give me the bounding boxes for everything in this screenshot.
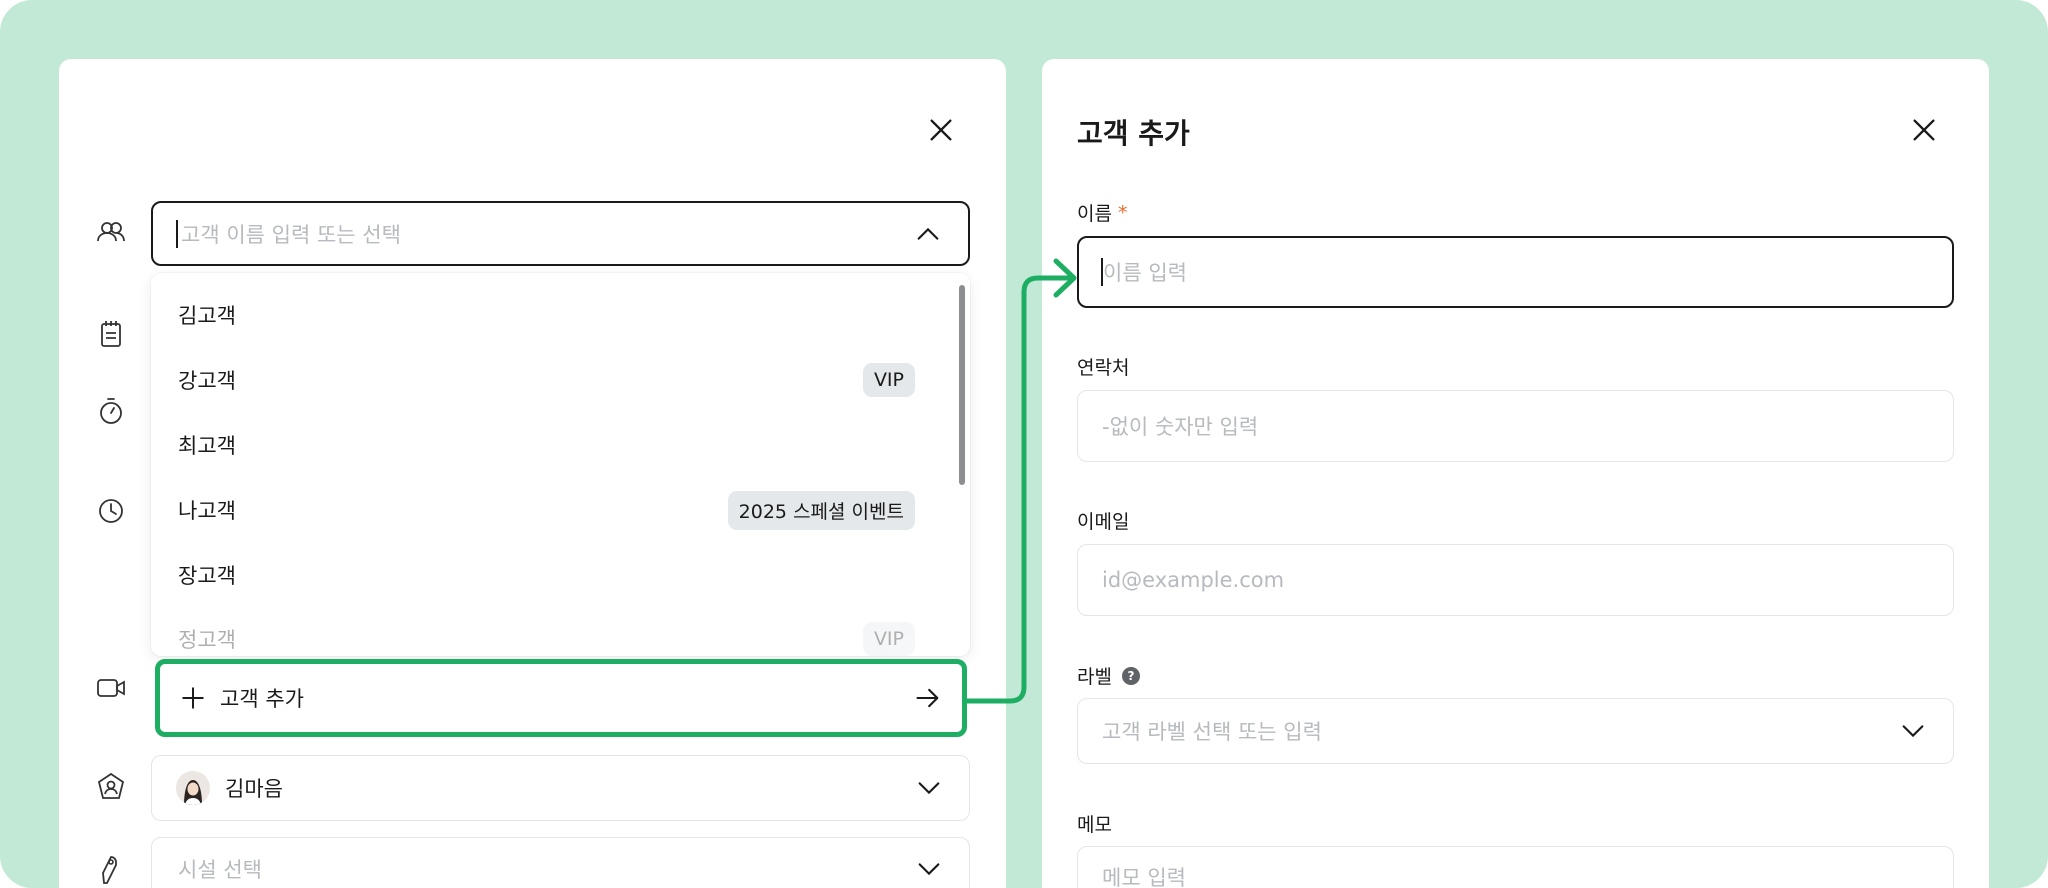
- facility-placeholder: 시설 선택: [178, 858, 262, 882]
- email-placeholder: id@example.com: [1102, 568, 1285, 592]
- notepad-icon: [92, 315, 130, 353]
- customer-option[interactable]: 나고객 2025 스페셜 이벤트: [151, 478, 951, 542]
- tag-label-text: 라벨: [1077, 666, 1112, 688]
- customer-name: 장고객: [178, 564, 236, 588]
- manager-select[interactable]: 김마음: [151, 755, 970, 821]
- facility-select[interactable]: 시설 선택: [151, 837, 970, 888]
- manager-badge-icon: [92, 768, 130, 806]
- email-label: 이메일: [1077, 511, 1130, 533]
- customer-search-placeholder: 고객 이름 입력 또는 선택: [181, 222, 401, 247]
- dropdown-scrollbar[interactable]: [959, 285, 965, 485]
- customer-option[interactable]: 정고객 VIP: [151, 607, 951, 656]
- name-placeholder: 이름 입력: [1103, 261, 1187, 285]
- add-customer-label: 고객 추가: [220, 687, 304, 711]
- required-mark: *: [1117, 201, 1128, 224]
- tag-select[interactable]: 고객 라벨 선택 또는 입력: [1077, 698, 1954, 764]
- clock-icon: [92, 492, 130, 530]
- tag-placeholder: 고객 라벨 선택 또는 입력: [1102, 720, 1322, 744]
- memo-placeholder: 메모 입력: [1102, 866, 1186, 888]
- customer-option[interactable]: 김고객: [151, 283, 951, 347]
- customer-option[interactable]: 장고객: [151, 543, 951, 607]
- customer-option[interactable]: 최고객: [151, 413, 951, 477]
- customer-tag: 2025 스페셜 이벤트: [727, 490, 915, 530]
- name-label: 이름 *: [1077, 199, 1127, 226]
- stopwatch-icon: [92, 392, 130, 430]
- email-input[interactable]: id@example.com: [1077, 544, 1954, 616]
- close-icon[interactable]: [921, 110, 961, 150]
- avatar: [176, 771, 210, 805]
- page-background: 고객 이름 입력 또는 선택 김고객 강고객 VIP 최고객 나고객 2025 …: [0, 0, 2048, 888]
- customer-option[interactable]: 강고객 VIP: [151, 348, 951, 412]
- contact-placeholder: -없이 숫자만 입력: [1102, 415, 1259, 439]
- customer-dropdown: 김고객 강고객 VIP 최고객 나고객 2025 스페셜 이벤트 장고객 정고객…: [151, 273, 970, 656]
- plus-icon: [182, 687, 204, 709]
- close-icon[interactable]: [1904, 110, 1944, 150]
- customer-search-input[interactable]: 고객 이름 입력 또는 선택: [151, 201, 970, 266]
- customer-name: 최고객: [178, 434, 236, 458]
- help-icon[interactable]: ?: [1121, 666, 1140, 685]
- add-customer-button[interactable]: 고객 추가: [155, 659, 967, 737]
- contact-label: 연락처: [1077, 357, 1130, 379]
- users-icon: [92, 214, 130, 252]
- name-input[interactable]: 이름 입력: [1077, 236, 1954, 308]
- name-label-text: 이름: [1077, 203, 1112, 225]
- chevron-down-icon: [1902, 725, 1924, 738]
- chevron-down-icon: [918, 782, 940, 795]
- key-tag-icon: [92, 850, 130, 888]
- chevron-up-icon[interactable]: [914, 220, 942, 248]
- customer-name: 강고객: [178, 369, 236, 393]
- customer-name: 김고객: [178, 304, 236, 328]
- customer-tag: VIP: [862, 622, 915, 656]
- text-caret: [176, 219, 178, 248]
- chevron-down-icon: [918, 863, 940, 876]
- customer-name: 정고객: [178, 628, 236, 652]
- contact-input[interactable]: -없이 숫자만 입력: [1077, 390, 1954, 462]
- customer-name: 나고객: [178, 499, 236, 523]
- panel-title: 고객 추가: [1077, 117, 1190, 150]
- memo-textarea[interactable]: 메모 입력: [1077, 846, 1954, 888]
- manager-name: 김마음: [225, 777, 283, 801]
- tag-label: 라벨 ?: [1077, 662, 1140, 689]
- video-icon: [92, 669, 130, 707]
- customer-tag: VIP: [862, 363, 915, 397]
- memo-label: 메모: [1077, 814, 1112, 836]
- arrow-right-icon: [916, 688, 939, 708]
